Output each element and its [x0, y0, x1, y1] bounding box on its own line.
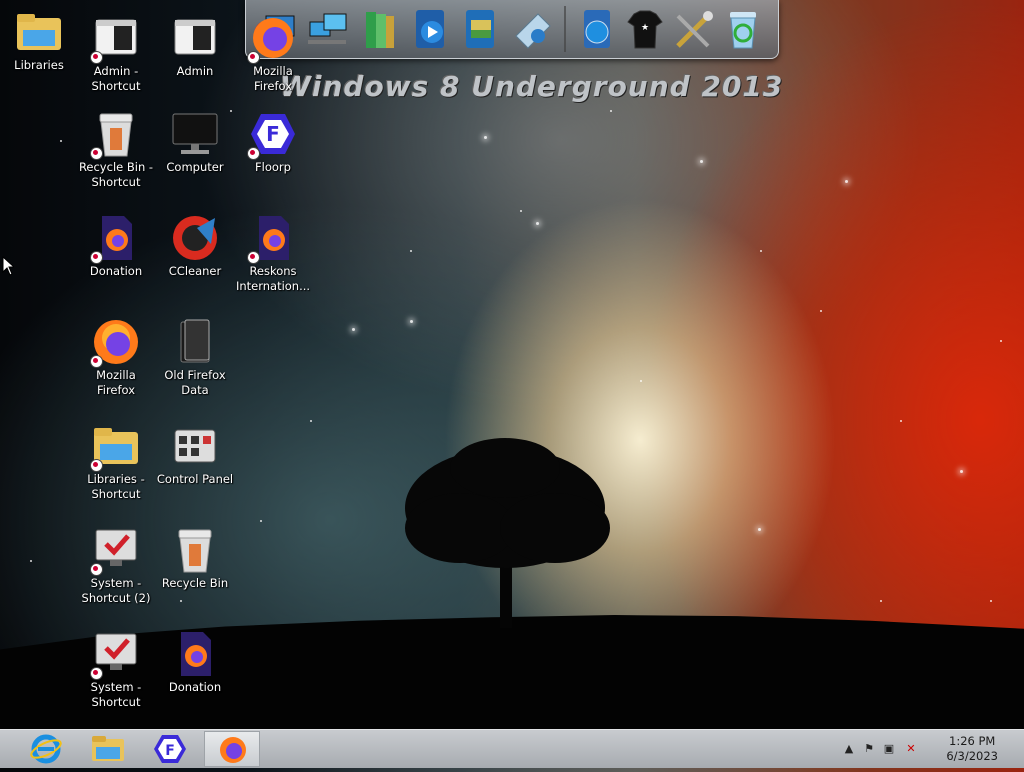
tshirt-icon[interactable]: ★ — [622, 6, 668, 52]
desktop-icon-label: Admin - Shortcut — [91, 64, 141, 93]
wallpaper-watermark: Windows 8 Underground 2013 — [280, 70, 784, 103]
desktop-icon-label: Computer — [166, 160, 224, 174]
shortcut-arrow-icon — [90, 459, 103, 472]
recycle-bin-icon — [171, 526, 219, 574]
desktop-icon-donation-2[interactable]: Donation — [156, 630, 234, 695]
network-icon[interactable]: ▣ — [882, 743, 896, 755]
firefox-icon — [220, 737, 246, 763]
taskbar-floorp[interactable]: F — [142, 731, 198, 767]
desktop-icon-label: Admin — [176, 64, 214, 78]
internet-explorer-icon — [30, 734, 62, 764]
media-player-icon[interactable] — [408, 6, 454, 52]
file-explorer-icon — [92, 736, 124, 761]
desktop-icon-ccleaner[interactable]: CCleaner — [156, 214, 234, 279]
folder-libraries-icon — [15, 8, 63, 56]
desktop-icon-label: Mozilla Firefox — [253, 64, 293, 93]
mouse-cursor-icon — [2, 256, 14, 276]
desktop-icon-label: Reskons Internation... — [235, 264, 311, 293]
system-monitor-check-icon — [90, 526, 140, 576]
rocket-dock: ★ — [245, 0, 779, 59]
desktop-icon-label: Libraries — [14, 58, 64, 72]
computer-monitor-icon — [171, 110, 219, 158]
help-globe-icon[interactable] — [574, 6, 620, 52]
clock[interactable]: 1:26 PM 6/3/2023 — [946, 734, 998, 764]
desktop-icon-label: Old Firefox Data — [164, 368, 226, 397]
shortcut-arrow-icon — [90, 667, 103, 680]
floorp-icon: F — [154, 735, 186, 763]
desktop-icon-recycle-bin-shortcut[interactable]: Recycle Bin - Shortcut — [77, 110, 155, 190]
desktop-icon-label: Recycle Bin — [161, 576, 229, 590]
shortcut-arrow-icon — [90, 51, 103, 64]
black-folder-icon — [171, 318, 219, 366]
shortcut-arrow-icon — [90, 147, 103, 160]
firefox-icon — [247, 14, 297, 64]
desktop-icon-label: Control Panel — [156, 472, 234, 486]
desktop-icon-libraries[interactable]: Libraries — [0, 8, 78, 73]
desktop-icon-floorp[interactable]: F Floorp — [234, 110, 312, 175]
desktop-icon-label: Libraries - Shortcut — [87, 472, 145, 501]
folder-libraries-icon — [90, 422, 140, 472]
clock-date: 6/3/2023 — [946, 749, 998, 763]
svg-text:F: F — [266, 122, 280, 146]
desktop-icon-label: Floorp — [255, 160, 291, 174]
tree-silhouette — [405, 438, 610, 628]
shortcut-arrow-icon — [247, 51, 260, 64]
ccleaner-icon — [171, 214, 219, 262]
shortcut-arrow-icon — [90, 355, 103, 368]
desktop-icon-reskons[interactable]: Reskons Internation... — [234, 214, 312, 294]
pictures-icon[interactable] — [458, 6, 504, 52]
recycle-bin-icon — [90, 110, 140, 160]
desktop-icon-system-shortcut[interactable]: System - Shortcut — [77, 630, 155, 710]
clock-time: 1:26 PM — [949, 734, 996, 748]
desktop-icon-label: Donation — [168, 680, 222, 694]
admin-user-icon — [90, 14, 140, 64]
taskbar-internet-explorer[interactable] — [18, 731, 74, 767]
desktop-icon-label: CCleaner — [168, 264, 222, 278]
drive-icon[interactable] — [508, 6, 554, 52]
library-books-icon[interactable] — [356, 6, 402, 52]
desktop-icon-computer[interactable]: Computer — [156, 110, 234, 175]
firefox-doc-icon — [171, 630, 219, 678]
system-monitor-check-icon — [90, 630, 140, 680]
dock-separator — [564, 6, 566, 52]
desktop-icon-libraries-shortcut[interactable]: Libraries - Shortcut — [77, 422, 155, 502]
desktop-icon-admin[interactable]: Admin — [156, 14, 234, 79]
control-panel-icon — [171, 422, 219, 470]
volume-muted-icon[interactable]: ✕ — [904, 743, 918, 755]
desktop-icon-mozilla-firefox[interactable]: Mozilla Firefox — [77, 318, 155, 398]
desktop-icon-old-firefox-data[interactable]: Old Firefox Data — [156, 318, 234, 398]
desktop-icon-control-panel[interactable]: Control Panel — [156, 422, 234, 487]
svg-text:F: F — [165, 743, 175, 759]
taskbar-file-explorer[interactable] — [80, 731, 136, 767]
desktop-icon-admin-shortcut[interactable]: Admin - Shortcut — [77, 14, 155, 94]
desktop-icon-system-shortcut-2[interactable]: System - Shortcut (2) — [77, 526, 155, 606]
recycle-bin-full-icon[interactable] — [720, 6, 766, 52]
admin-user-icon — [171, 14, 219, 62]
shortcut-arrow-icon — [247, 251, 260, 264]
firefox-icon — [90, 318, 140, 368]
taskbar: F ▲ ⚑ ▣ ✕ 1:26 PM 6/3/2023 — [0, 729, 1024, 768]
desktop-icon-mozilla-firefox-top[interactable]: Mozilla Firefox — [234, 14, 312, 94]
desktop-icon-recycle-bin[interactable]: Recycle Bin — [156, 526, 234, 591]
show-hidden-icons-chevron-icon[interactable]: ▲ — [842, 743, 856, 755]
desktop-icon-label: Recycle Bin - Shortcut — [78, 160, 154, 189]
tools-icon[interactable] — [670, 6, 716, 52]
shortcut-arrow-icon — [90, 251, 103, 264]
taskbar-firefox[interactable] — [204, 731, 260, 767]
firefox-doc-icon — [247, 214, 297, 264]
svg-text:★: ★ — [641, 23, 649, 33]
desktop-icon-donation-1[interactable]: Donation — [77, 214, 155, 279]
system-tray: ▲ ⚑ ▣ ✕ 1:26 PM 6/3/2023 — [834, 730, 1024, 768]
floorp-icon: F — [247, 110, 297, 160]
firefox-doc-icon — [90, 214, 140, 264]
shortcut-arrow-icon — [247, 147, 260, 160]
desktop-icon-label: Mozilla Firefox — [96, 368, 136, 397]
action-center-flag-icon[interactable]: ⚑ — [862, 743, 876, 755]
desktop-icon-label: System - Shortcut (2) — [81, 576, 151, 605]
shortcut-arrow-icon — [90, 563, 103, 576]
desktop-icon-label: Donation — [89, 264, 143, 278]
desktop-icon-label: System - Shortcut — [90, 680, 142, 709]
